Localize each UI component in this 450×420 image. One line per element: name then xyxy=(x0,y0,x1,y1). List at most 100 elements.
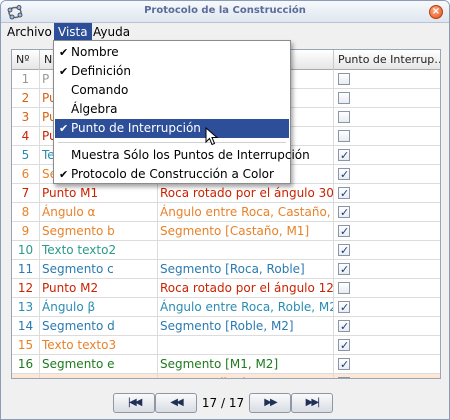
table-row[interactable]: 17Punto TESOROPunto Medio de M1, M2 xyxy=(12,374,440,378)
breakpoint-checkbox[interactable] xyxy=(338,147,350,164)
table-row[interactable]: 13 Ángulo β Ángulo entre Roca, Roble, M2 xyxy=(12,298,440,317)
table-row[interactable]: 7 Punto M1 Roca rotado por el ángulo 300° xyxy=(12,184,440,203)
row-definition: Ángulo entre Roca, Roble, M2 xyxy=(160,298,334,316)
mouse-pointer-icon xyxy=(205,127,219,146)
breakpoint-checkbox[interactable] xyxy=(338,282,350,294)
row-name: Texto texto2 xyxy=(40,241,158,259)
breakpoint-checkbox[interactable] xyxy=(338,375,350,378)
breakpoint-checkbox[interactable] xyxy=(338,185,350,202)
menu-option-definicion[interactable]: ✔ Definición xyxy=(55,62,289,81)
step-counter: 17 / 17 xyxy=(201,396,245,410)
row-number: 15 xyxy=(12,336,40,354)
row-definition xyxy=(158,336,334,354)
row-name: Ángulo β xyxy=(40,298,158,316)
navigation-bar: |◀◀ ◀◀ 17 / 17 ▶▶ ▶▶| xyxy=(113,393,333,415)
row-name: Segmento e xyxy=(40,355,158,373)
row-definition: Segmento [Roca, Roble] xyxy=(158,260,334,278)
option-label: Comando xyxy=(71,83,129,97)
menu-archivo[interactable]: Archivo xyxy=(3,23,56,41)
option-label: Muestra Sólo los Puntos de Interrupción xyxy=(71,148,310,162)
row-name: Segmento d xyxy=(40,317,158,335)
row-definition: Punto Medio de M1, M2 xyxy=(158,374,334,378)
row-breakpoint-cell xyxy=(334,374,440,378)
row-definition: Segmento [Roble, M2] xyxy=(158,317,334,335)
last-step-button[interactable]: ▶▶| xyxy=(291,393,333,413)
row-number: 9 xyxy=(12,222,40,240)
breakpoint-checkbox[interactable] xyxy=(338,223,350,240)
checkmark-icon: ✔ xyxy=(59,46,69,59)
breakpoint-checkbox[interactable] xyxy=(338,337,350,354)
breakpoint-checkbox[interactable] xyxy=(338,261,350,278)
row-definition xyxy=(158,241,334,259)
breakpoint-checkbox[interactable] xyxy=(338,356,350,373)
row-number: 8 xyxy=(12,203,40,221)
menu-option-nombre[interactable]: ✔ Nombre xyxy=(55,43,289,62)
row-breakpoint-cell xyxy=(334,260,440,278)
row-breakpoint-cell xyxy=(334,298,440,316)
table-row[interactable]: 8 Ángulo α Ángulo entre Roca, Castaño, M1 xyxy=(12,203,440,222)
row-name: Punto M1 xyxy=(40,184,158,202)
row-breakpoint-cell xyxy=(334,146,440,164)
row-breakpoint-cell xyxy=(334,89,440,107)
row-breakpoint-cell xyxy=(334,355,440,373)
vista-dropdown-menu: ✔ Nombre ✔ Definición Comando Álgebra ✔ Pun… xyxy=(53,40,310,184)
row-breakpoint-cell xyxy=(334,108,440,126)
previous-step-button[interactable]: ◀◀ xyxy=(155,393,197,413)
row-number: 10 xyxy=(12,241,40,259)
table-row[interactable]: 15 Texto texto3 xyxy=(12,336,440,355)
row-name: Ángulo α xyxy=(40,203,158,221)
row-definition: Roca rotado por el ángulo 120° xyxy=(160,279,334,297)
table-row[interactable]: 14 Segmento d Segmento [Roble, M2] xyxy=(12,317,440,336)
menu-bar: Archivo Vista Ayuda xyxy=(1,23,449,41)
row-number: 3 xyxy=(12,108,40,126)
option-label: Álgebra xyxy=(71,102,118,116)
row-name: Segmento b xyxy=(40,222,158,240)
first-step-button[interactable]: |◀◀ xyxy=(113,393,155,413)
header-number[interactable]: Nº xyxy=(12,50,40,70)
table-row[interactable]: 12 Punto M2 Roca rotado por el ángulo 120° xyxy=(12,279,440,298)
menu-option-comando[interactable]: Comando xyxy=(55,81,289,100)
row-number: 11 xyxy=(12,260,40,278)
row-name: Segmento c xyxy=(40,260,158,278)
close-icon: × xyxy=(431,6,441,17)
table-row[interactable]: 9 Segmento b Segmento [Castaño, M1] xyxy=(12,222,440,241)
table-row[interactable]: 16 Segmento e Segmento [M1, M2] xyxy=(12,355,440,374)
window-title: Protocolo de la Construcción xyxy=(144,5,306,16)
header-breakpoint[interactable]: Punto de Interrup… xyxy=(334,50,440,70)
row-name: Texto texto3 xyxy=(40,336,158,354)
row-number: 1 xyxy=(12,70,40,88)
row-breakpoint-cell xyxy=(334,127,440,145)
breakpoint-checkbox[interactable] xyxy=(338,242,350,259)
row-number: 17 xyxy=(12,374,40,378)
breakpoint-checkbox[interactable] xyxy=(338,92,350,104)
row-number: 5 xyxy=(12,146,40,164)
row-number: 2 xyxy=(12,89,40,107)
checkmark-icon: ✔ xyxy=(59,65,69,78)
breakpoint-checkbox[interactable] xyxy=(338,299,350,316)
row-number: 16 xyxy=(12,355,40,373)
menu-option-punto-interrupcion[interactable]: ✔ Punto de Interrupción xyxy=(55,119,289,138)
menu-option-color[interactable]: ✔ Protocolo de Construcción a Color xyxy=(55,165,289,184)
row-number: 6 xyxy=(12,165,40,183)
table-row[interactable]: 11 Segmento c Segmento [Roca, Roble] xyxy=(12,260,440,279)
option-label: Protocolo de Construcción a Color xyxy=(71,167,274,181)
row-breakpoint-cell xyxy=(334,279,440,297)
menu-vista[interactable]: Vista xyxy=(54,23,92,41)
table-row[interactable]: 10 Texto texto2 xyxy=(12,241,440,260)
checkmark-icon: ✔ xyxy=(59,122,69,135)
row-breakpoint-cell xyxy=(334,222,440,240)
breakpoint-checkbox[interactable] xyxy=(338,73,350,85)
row-breakpoint-cell xyxy=(334,336,440,354)
row-breakpoint-cell xyxy=(334,184,440,202)
breakpoint-checkbox[interactable] xyxy=(338,204,350,221)
breakpoint-checkbox[interactable] xyxy=(338,166,350,183)
breakpoint-checkbox[interactable] xyxy=(338,130,350,142)
next-step-button[interactable]: ▶▶ xyxy=(249,393,291,413)
close-button[interactable]: × xyxy=(429,5,443,19)
menu-ayuda[interactable]: Ayuda xyxy=(89,23,134,41)
menu-option-algebra[interactable]: Álgebra xyxy=(55,100,289,119)
breakpoint-checkbox[interactable] xyxy=(338,111,350,123)
menu-option-solo-puntos[interactable]: Muestra Sólo los Puntos de Interrupción xyxy=(55,146,310,165)
menu-separator xyxy=(58,142,286,143)
breakpoint-checkbox[interactable] xyxy=(338,318,350,335)
